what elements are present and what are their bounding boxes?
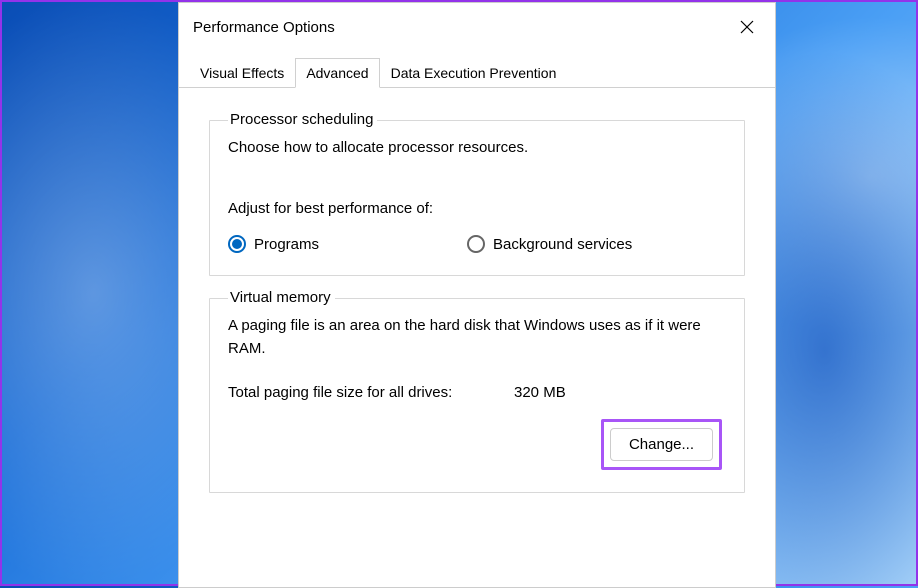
radio-icon bbox=[228, 235, 246, 253]
vm-desc: A paging file is an area on the hard dis… bbox=[228, 315, 726, 360]
tab-dep[interactable]: Data Execution Prevention bbox=[380, 58, 568, 88]
tab-content: Processor scheduling Choose how to alloc… bbox=[179, 88, 775, 587]
performance-options-dialog: Performance Options Visual Effects Advan… bbox=[178, 2, 776, 588]
change-button-wrapper: Change... bbox=[228, 419, 726, 470]
virtual-memory-group: Virtual memory A paging file is an area … bbox=[209, 298, 745, 493]
processor-scheduling-group: Processor scheduling Choose how to alloc… bbox=[209, 120, 745, 276]
radio-icon bbox=[467, 235, 485, 253]
vm-total-label: Total paging file size for all drives: bbox=[228, 384, 514, 401]
change-button[interactable]: Change... bbox=[610, 428, 713, 461]
processor-desc: Choose how to allocate processor resourc… bbox=[228, 137, 726, 158]
close-icon bbox=[740, 20, 754, 34]
close-button[interactable] bbox=[735, 15, 759, 39]
radio-row: Programs Background services bbox=[228, 235, 726, 253]
radio-label-background: Background services bbox=[493, 236, 632, 253]
vm-total-row: Total paging file size for all drives: 3… bbox=[228, 384, 726, 401]
vm-legend: Virtual memory bbox=[228, 289, 335, 306]
vm-total-value: 320 MB bbox=[514, 384, 726, 401]
tab-bar: Visual Effects Advanced Data Execution P… bbox=[179, 57, 775, 88]
tab-advanced[interactable]: Advanced bbox=[295, 58, 379, 88]
processor-legend: Processor scheduling bbox=[228, 111, 377, 128]
title-bar: Performance Options bbox=[179, 3, 775, 49]
highlight-annotation: Change... bbox=[601, 419, 722, 470]
radio-label-programs: Programs bbox=[254, 236, 319, 253]
tab-visual-effects[interactable]: Visual Effects bbox=[189, 58, 295, 88]
adjust-label: Adjust for best performance of: bbox=[228, 200, 726, 217]
dialog-title: Performance Options bbox=[193, 19, 335, 36]
radio-background-services[interactable]: Background services bbox=[467, 235, 632, 253]
radio-programs[interactable]: Programs bbox=[228, 235, 319, 253]
